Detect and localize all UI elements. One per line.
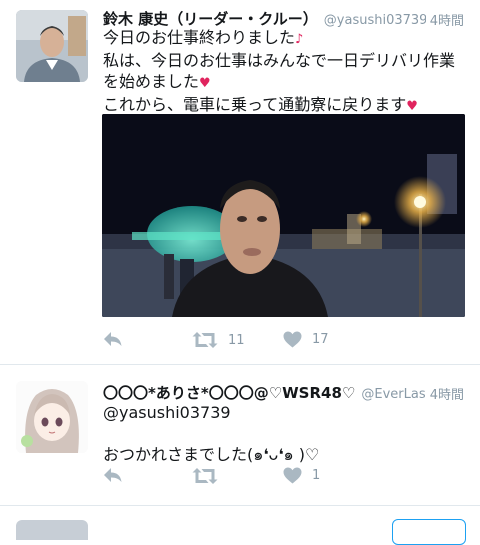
retweet-count: 11 xyxy=(228,332,245,348)
tweet-text-line: 私は、今日のお仕事はみんなで一日デリバリ作業を始めました xyxy=(103,51,456,91)
user-handle[interactable]: @yasushi03739 xyxy=(324,13,428,28)
like-count: 1 xyxy=(312,468,321,483)
reply-button[interactable] xyxy=(103,331,123,347)
heart-emoji: ♥ xyxy=(199,76,211,91)
tweet-text: 今日のお仕事終わりました♪ 私は、今日のお仕事はみんなで一日デリバリ作業を始めま… xyxy=(103,27,468,117)
heart-icon xyxy=(283,467,302,484)
follow-button[interactable] xyxy=(392,519,466,545)
tweet-actions: 11 17 xyxy=(103,331,464,353)
display-name[interactable]: 鈴木 康史（リーダー・クルー） xyxy=(103,10,318,28)
tweet-text-line: おつかれさまでした(๑❛ᴗ❛๑ )♡ xyxy=(103,445,320,464)
tweet-text: @yasushi03739 おつかれさまでした(๑❛ᴗ❛๑ )♡ xyxy=(103,402,468,465)
retweet-icon xyxy=(192,331,218,349)
like-button[interactable]: 17 xyxy=(283,331,329,348)
reply-button[interactable] xyxy=(103,467,123,483)
avatar[interactable] xyxy=(16,520,88,540)
avatar[interactable] xyxy=(16,10,88,82)
tweet[interactable]: 鈴木 康史（リーダー・クルー） @yasushi03739 4時間 今日のお仕事終… xyxy=(0,0,480,364)
retweet-icon xyxy=(192,467,218,485)
tweet-text-line: 今日のお仕事終わりました xyxy=(103,28,296,47)
timestamp: 4時間 xyxy=(425,384,464,403)
heart-icon xyxy=(283,331,302,348)
like-button[interactable]: 1 xyxy=(283,467,320,484)
tweet-text-line: これから、電車に乗って通勤寮に戻ります xyxy=(103,95,407,114)
tweet[interactable]: 〇〇〇*ありさ*〇〇〇@♡WSR48♡ @EverLasting... 4時間 @… xyxy=(0,365,480,505)
reply-mention[interactable]: @yasushi03739 xyxy=(103,403,231,422)
divider xyxy=(0,505,480,506)
heart-emoji: ♥ xyxy=(406,99,418,114)
tweet-photo[interactable] xyxy=(102,114,465,317)
avatar[interactable] xyxy=(16,381,88,453)
tweet-actions: 1 xyxy=(103,467,464,489)
music-note-emoji: ♪ xyxy=(295,32,304,47)
retweet-button[interactable] xyxy=(192,467,218,485)
reply-icon xyxy=(103,467,123,483)
like-count: 17 xyxy=(312,332,329,347)
reply-icon xyxy=(103,331,123,347)
retweet-button[interactable]: 11 xyxy=(192,331,245,349)
display-name[interactable]: 〇〇〇*ありさ*〇〇〇@♡WSR48♡ xyxy=(103,384,355,402)
